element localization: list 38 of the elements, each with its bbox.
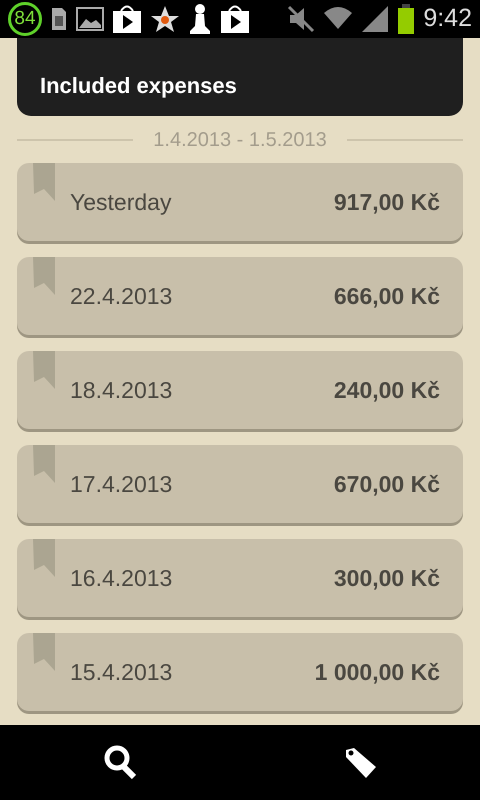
expense-amount: 670,00 Kč (334, 470, 440, 499)
expense-row[interactable]: 17.4.2013 670,00 Kč (17, 445, 463, 523)
expense-amount: 240,00 Kč (334, 376, 440, 405)
expense-date: 15.4.2013 (70, 658, 172, 687)
expense-row[interactable]: Yesterday 917,00 Kč (17, 163, 463, 241)
ribbon-icon (33, 351, 55, 389)
expense-date: 17.4.2013 (70, 470, 172, 499)
muted-speaker-icon (287, 5, 316, 33)
expense-amount: 1 000,00 Kč (314, 658, 440, 687)
signal-icon (361, 5, 390, 33)
clock: 9:42 (423, 3, 472, 34)
expense-row[interactable]: 15.4.2013 1 000,00 Kč (17, 633, 463, 711)
expense-date: 18.4.2013 (70, 376, 172, 405)
ribbon-icon (33, 257, 55, 295)
expense-date: 16.4.2013 (70, 564, 172, 593)
expense-row[interactable]: 16.4.2013 300,00 Kč (17, 539, 463, 617)
expense-date: Yesterday (70, 188, 172, 217)
period-label: 1.4.2013 - 1.5.2013 (152, 128, 328, 152)
play-store-icon (112, 4, 142, 34)
star-icon (150, 5, 180, 33)
expense-amount: 917,00 Kč (334, 188, 440, 217)
ribbon-icon (33, 163, 55, 201)
search-icon[interactable] (104, 744, 138, 780)
tag-icon[interactable] (344, 746, 376, 778)
gallery-icon (76, 7, 104, 31)
expense-row[interactable]: 22.4.2013 666,00 Kč (17, 257, 463, 335)
ribbon-icon (33, 539, 55, 577)
ribbon-icon (33, 445, 55, 483)
expense-amount: 300,00 Kč (334, 564, 440, 593)
expense-row[interactable]: 18.4.2013 240,00 Kč (17, 351, 463, 429)
chess-pawn-icon (188, 3, 212, 35)
header-title: Included expenses (40, 72, 237, 100)
expense-amount: 666,00 Kč (334, 282, 440, 311)
play-store-icon (220, 4, 250, 34)
ribbon-icon (33, 633, 55, 671)
sd-card-icon (50, 6, 68, 32)
expense-date: 22.4.2013 (70, 282, 172, 311)
battery-icon (397, 4, 416, 34)
